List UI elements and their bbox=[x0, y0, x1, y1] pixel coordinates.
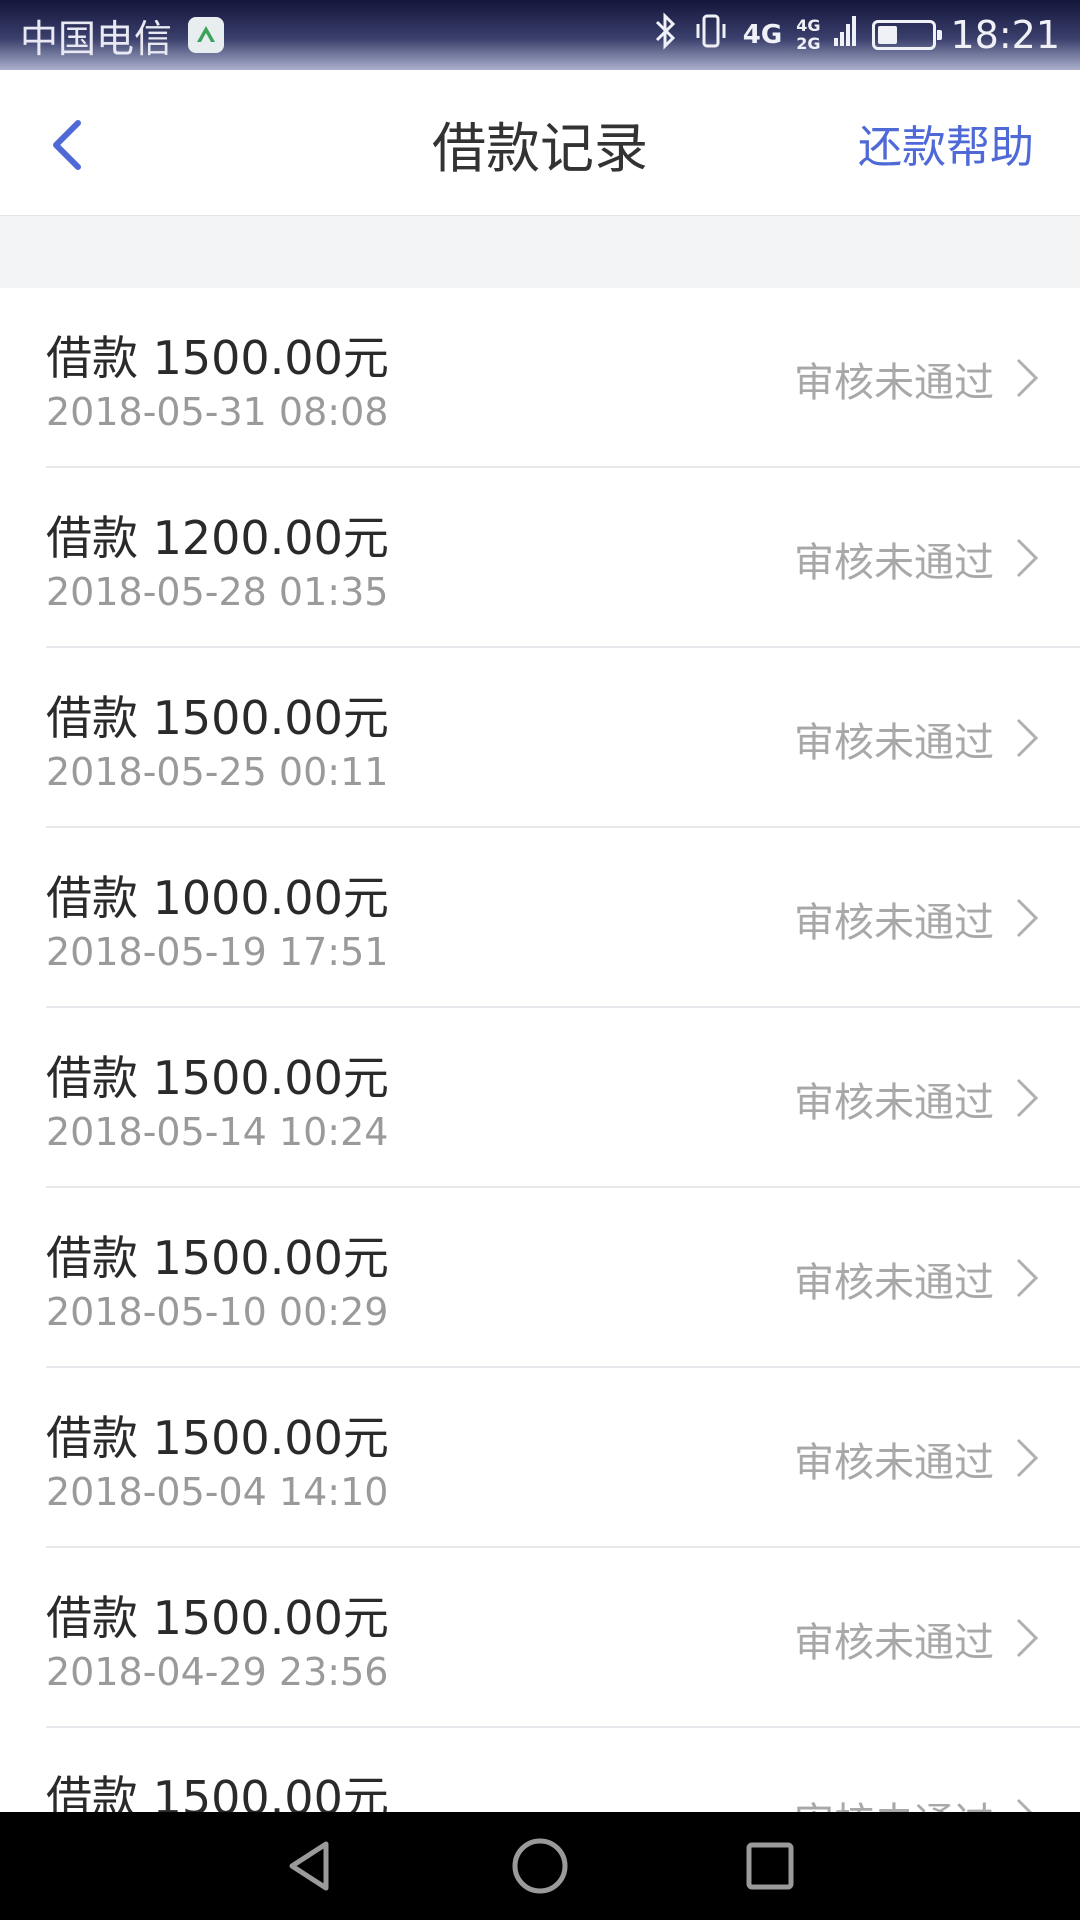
chevron-right-icon bbox=[1016, 898, 1039, 938]
record-row[interactable]: 借款 1500.00元 2018-05-14 10:24 审核未通过 bbox=[46, 1008, 1080, 1188]
battery-level bbox=[878, 26, 897, 44]
record-status: 审核未通过 bbox=[794, 1620, 994, 1666]
app-notification-icon bbox=[188, 17, 225, 53]
triangle-back-icon bbox=[289, 1841, 329, 1891]
record-row[interactable]: 借款 1500.00元 2018-05-25 00:11 审核未通过 bbox=[46, 648, 1080, 828]
record-row[interactable]: 借款 1500.00元 审核未通过 bbox=[46, 1728, 1080, 1812]
status-right: 4G 4G 2G 18:21 bbox=[653, 11, 1060, 59]
status-left: 中国电信 bbox=[20, 8, 225, 63]
record-status: 审核未通过 bbox=[794, 540, 994, 586]
chevron-right-icon bbox=[1016, 1258, 1039, 1298]
network-type-primary: 4G bbox=[742, 20, 783, 50]
record-time: 2018-04-29 23:56 bbox=[46, 1650, 389, 1694]
chevron-right-icon bbox=[1016, 358, 1039, 398]
record-time: 2018-05-25 00:11 bbox=[46, 750, 389, 794]
record-status: 审核未通过 bbox=[794, 900, 994, 946]
chevron-right-icon bbox=[1016, 1078, 1039, 1118]
record-amount: 借款 1500.00元 bbox=[46, 1051, 389, 1105]
record-status: 审核未通过 bbox=[794, 1080, 994, 1126]
record-row[interactable]: 借款 1500.00元 2018-05-04 14:10 审核未通过 bbox=[46, 1368, 1080, 1548]
record-time: 2018-05-14 10:24 bbox=[46, 1110, 389, 1154]
record-amount: 借款 1500.00元 bbox=[46, 1771, 389, 1812]
chevron-right-icon bbox=[1016, 1798, 1033, 1812]
circle-home-icon bbox=[512, 1838, 568, 1894]
section-gap bbox=[0, 216, 1080, 288]
chevron-right-icon bbox=[1016, 538, 1039, 578]
record-status: 审核未通过 bbox=[794, 1440, 994, 1486]
record-time: 2018-05-31 08:08 bbox=[46, 390, 389, 434]
nav-home-button[interactable] bbox=[510, 1836, 570, 1896]
chevron-right-icon bbox=[1016, 1438, 1039, 1478]
record-row[interactable]: 借款 1500.00元 2018-05-31 08:08 审核未通过 bbox=[46, 288, 1080, 468]
chevron-left-icon bbox=[53, 120, 81, 170]
record-amount: 借款 1500.00元 bbox=[46, 1591, 389, 1645]
nav-back-button[interactable] bbox=[280, 1836, 340, 1896]
battery-icon bbox=[872, 20, 943, 50]
nav-recents-button[interactable] bbox=[740, 1836, 800, 1896]
status-bar: 中国电信 4G 4G 2G 18:21 bbox=[0, 0, 1080, 70]
record-time: 2018-05-04 14:10 bbox=[46, 1470, 389, 1514]
square-recents-icon bbox=[746, 1842, 794, 1890]
record-time: 2018-05-19 17:51 bbox=[46, 930, 389, 974]
record-amount: 借款 1500.00元 bbox=[46, 691, 389, 745]
record-row[interactable]: 借款 1200.00元 2018-05-28 01:35 审核未通过 bbox=[46, 468, 1080, 648]
record-amount: 借款 1500.00元 bbox=[46, 1411, 389, 1465]
records-list: 借款 1500.00元 2018-05-31 08:08 审核未通过 借款 1200.… bbox=[0, 288, 1080, 1812]
record-row[interactable]: 借款 1000.00元 2018-05-19 17:51 审核未通过 bbox=[46, 828, 1080, 1008]
vibrate-icon bbox=[693, 12, 729, 59]
record-amount: 借款 1000.00元 bbox=[46, 871, 389, 925]
record-row[interactable]: 借款 1500.00元 2018-04-29 23:56 审核未通过 bbox=[46, 1548, 1080, 1728]
chevron-right-icon bbox=[1016, 1618, 1039, 1658]
carrier-name: 中国电信 bbox=[20, 16, 173, 61]
record-status: 审核未通过 bbox=[794, 720, 994, 766]
record-status: 审核未通过 bbox=[794, 1790, 994, 1812]
record-amount: 借款 1200.00元 bbox=[46, 511, 389, 565]
record-time: 2018-05-28 01:35 bbox=[46, 570, 389, 614]
system-nav-bar bbox=[0, 1812, 1080, 1920]
network-type-secondary: 4G 2G bbox=[796, 17, 820, 53]
network-secondary-top: 4G bbox=[796, 16, 821, 35]
back-button[interactable] bbox=[36, 110, 96, 180]
record-row[interactable]: 借款 1500.00元 2018-05-10 00:29 审核未通过 bbox=[46, 1188, 1080, 1368]
record-status: 审核未通过 bbox=[794, 360, 994, 406]
signal-icon bbox=[834, 13, 858, 57]
record-status: 审核未通过 bbox=[794, 1260, 994, 1306]
status-time: 18:21 bbox=[950, 13, 1060, 57]
record-time: 2018-05-10 00:29 bbox=[46, 1290, 389, 1334]
record-amount: 借款 1500.00元 bbox=[46, 331, 389, 385]
loan-records-screen: 中国电信 4G 4G 2G 18:21 借款记录 还款帮助 借款 1500.00… bbox=[0, 0, 1080, 1920]
record-amount: 借款 1500.00元 bbox=[46, 1231, 389, 1285]
repayment-help-link[interactable]: 还款帮助 bbox=[858, 70, 1034, 216]
chevron-right-icon bbox=[1016, 718, 1039, 758]
network-secondary-bottom: 2G bbox=[796, 34, 821, 53]
header: 借款记录 还款帮助 bbox=[0, 70, 1080, 216]
bluetooth-icon bbox=[653, 11, 679, 59]
